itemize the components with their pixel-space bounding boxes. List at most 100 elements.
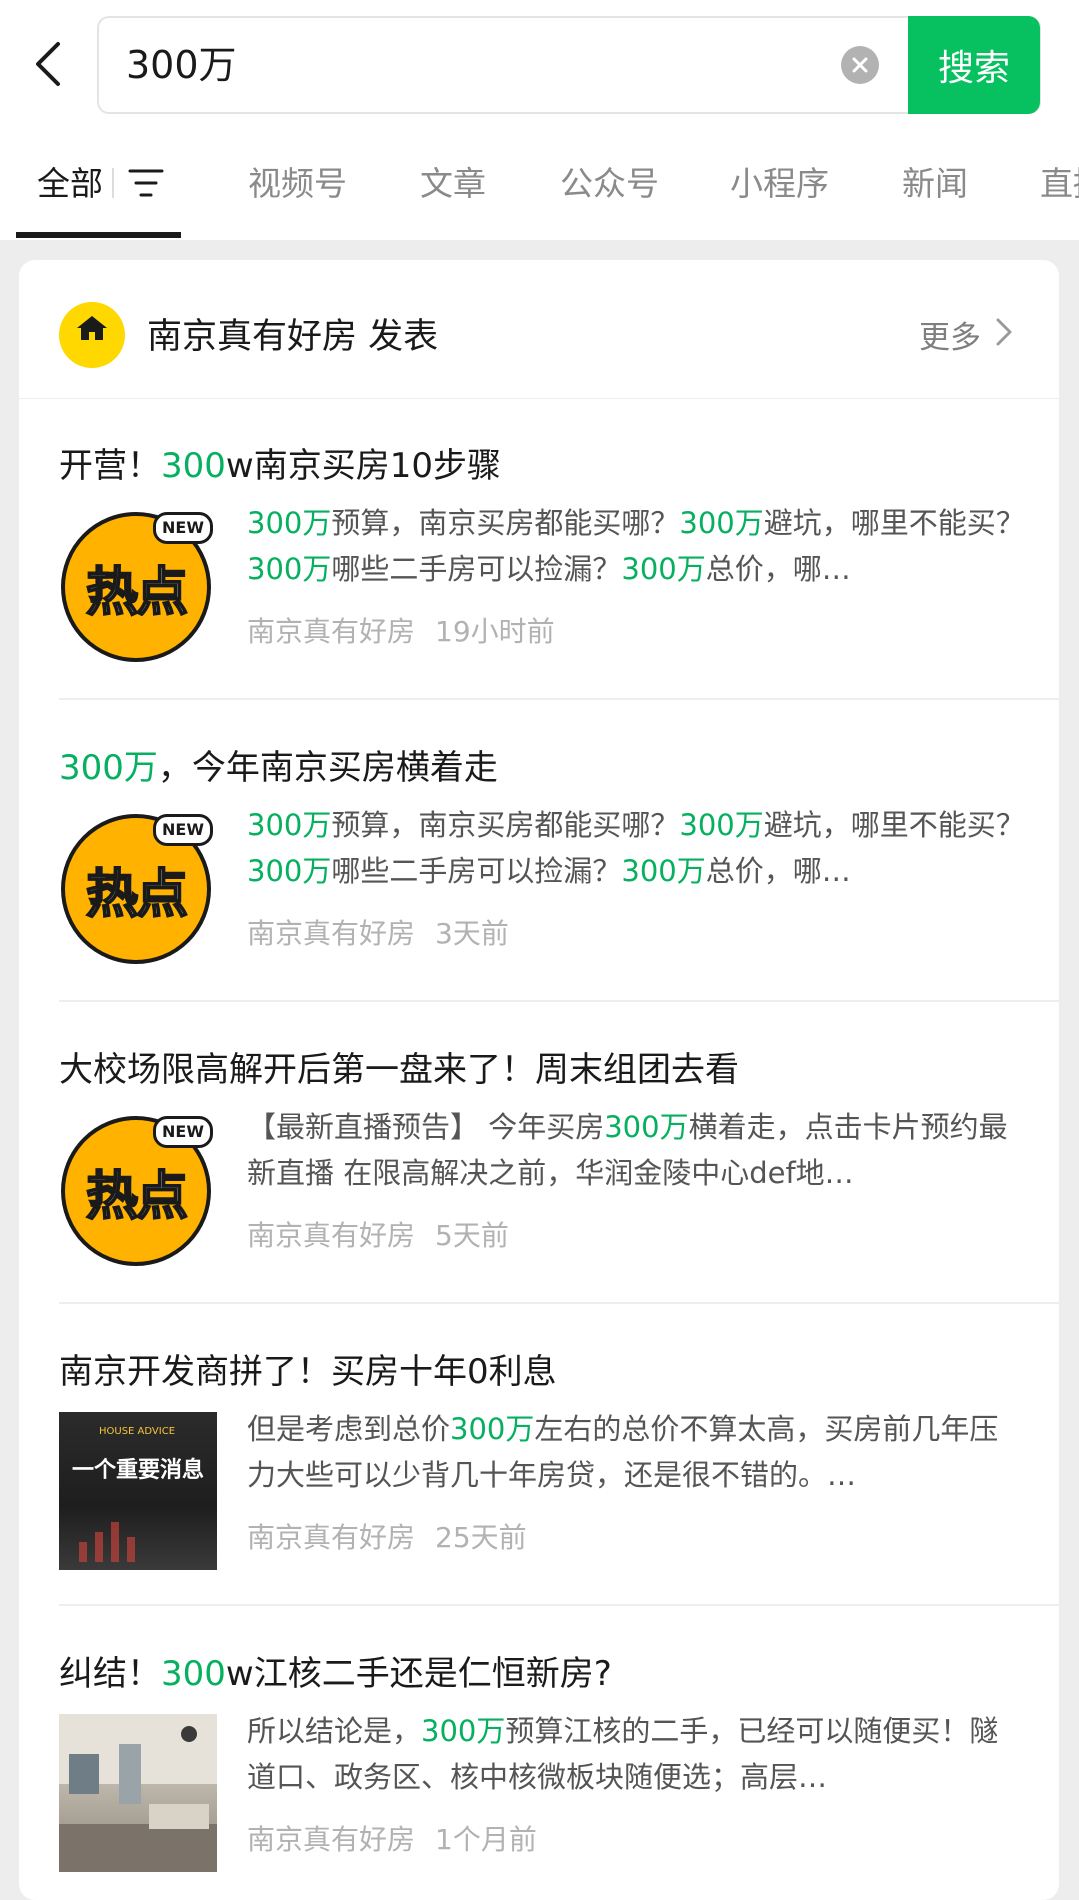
highlighted-keyword: 300万 xyxy=(679,506,764,540)
article-meta: 南京真有好房 3天前 xyxy=(247,912,509,952)
article-meta: 南京真有好房 19小时前 xyxy=(247,610,555,650)
back-button[interactable] xyxy=(28,30,68,98)
tab-news[interactable]: 新闻 xyxy=(902,128,968,240)
highlighted-keyword: 300万 xyxy=(679,808,764,842)
highlighted-keyword: 300万 xyxy=(247,808,332,842)
article-title[interactable]: 南京开发商拼了！买房十年0利息 xyxy=(59,1344,557,1393)
article-snippet: 但是考虑到总价300万左右的总价不算太高，买房前几年压力大些可以少背几十年房贷，… xyxy=(247,1406,1027,1498)
filter-icon[interactable] xyxy=(128,166,164,200)
article-thumbnail: HOUSE ADVICE 一个重要消息 xyxy=(59,1412,217,1570)
new-badge: NEW xyxy=(153,1116,213,1148)
hot-text: 热点 xyxy=(85,1165,189,1228)
new-badge: NEW xyxy=(153,814,213,846)
article-time: 25天前 xyxy=(435,1521,527,1554)
highlighted-keyword: 300 xyxy=(161,446,226,486)
hot-new-icon: 热点 NEW xyxy=(59,506,217,664)
article-title[interactable]: 300万，今年南京买房横着走 xyxy=(59,740,498,789)
title-text: w南京买房10步骤 xyxy=(225,446,501,486)
hot-new-icon: 热点 NEW xyxy=(59,1110,217,1268)
search-input[interactable]: 300万 xyxy=(97,16,1041,114)
account-header[interactable]: 南京真有好房 发表 更多 xyxy=(19,260,1059,399)
article-meta: 南京真有好房 5天前 xyxy=(247,1214,509,1254)
hot-new-icon: 热点 NEW xyxy=(59,808,217,966)
clear-icon xyxy=(852,57,868,73)
tab-channels[interactable]: 视频号 xyxy=(248,128,347,240)
article-source: 南京真有好房 xyxy=(247,1823,416,1856)
article-meta: 南京真有好房 1个月前 xyxy=(247,1818,537,1858)
back-arrow-icon xyxy=(36,42,60,86)
highlighted-keyword: 300万 xyxy=(621,552,706,586)
interior-photo xyxy=(59,1714,217,1872)
account-name: 南京真有好房 发表 xyxy=(147,317,439,357)
search-header: 300万 搜索 xyxy=(0,0,1079,128)
article-time: 3天前 xyxy=(435,917,509,950)
article-item[interactable]: 300万，今年南京买房横着走 热点 NEW 300万预算，南京买房都能买哪？300万避… xyxy=(59,700,1059,1000)
chevron-right-icon[interactable] xyxy=(994,316,1014,348)
article-snippet: 300万预算，南京买房都能买哪？300万避坑，哪里不能买？300万哪些二手房可以… xyxy=(247,802,1027,894)
title-text: 纠结！ xyxy=(59,1654,161,1694)
chart-graphic-icon xyxy=(79,1522,135,1562)
highlighted-keyword: 300万 xyxy=(450,1412,535,1446)
snippet-text: 但是考虑到总价 xyxy=(247,1412,451,1446)
title-text: 开营！ xyxy=(59,446,161,486)
article-item[interactable]: 南京开发商拼了！买房十年0利息 HOUSE ADVICE 一个重要消息 但是考虑到总价… xyxy=(59,1304,1059,1604)
article-source: 南京真有好房 xyxy=(247,615,416,648)
hot-text: 热点 xyxy=(85,863,189,926)
hot-badge: 热点 NEW xyxy=(59,1110,217,1268)
article-time: 5天前 xyxy=(435,1219,509,1252)
more-link[interactable]: 更多 xyxy=(919,312,981,357)
account-avatar xyxy=(59,302,125,368)
article-time: 19小时前 xyxy=(435,615,555,648)
snippet-text: 哪些二手房可以捡漏？ xyxy=(331,854,622,888)
article-item[interactable]: 纠结！300w江核二手还是仁恒新房? 所以结论是，300万预算江核的二手，已经可以… xyxy=(59,1606,1059,1900)
snippet-text: 预算，南京买房都能买哪？ xyxy=(331,808,680,842)
snippet-text: 总价，哪… xyxy=(705,552,851,586)
article-source: 南京真有好房 xyxy=(247,1521,416,1554)
article-snippet: 300万预算，南京买房都能买哪？300万避坑，哪里不能买？300万哪些二手房可以… xyxy=(247,500,1027,592)
snippet-text: 避坑，哪里不能买？ xyxy=(763,506,1025,540)
title-text: 大校场限高解开后第一盘来了！周末组团去看 xyxy=(59,1050,739,1090)
hot-text: 热点 xyxy=(85,561,189,624)
article-snippet: 所以结论是，300万预算江核的二手，已经可以随便买！隧道口、政务区、核中核微板块… xyxy=(247,1708,1027,1800)
article-item[interactable]: 大校场限高解开后第一盘来了！周末组团去看热点 NEW 【最新直播预告】 今年买房30… xyxy=(59,1002,1059,1302)
title-text: 南京开发商拼了！买房十年0利息 xyxy=(59,1352,557,1392)
tab-live[interactable]: 直播 xyxy=(1040,128,1079,240)
highlighted-keyword: 300万 xyxy=(59,748,158,788)
article-title[interactable]: 大校场限高解开后第一盘来了！周末组团去看 xyxy=(59,1042,739,1091)
tab-official-accounts[interactable]: 公众号 xyxy=(560,128,659,240)
snippet-text: 哪些二手房可以捡漏？ xyxy=(331,552,622,586)
search-tabs: 全部 视频号 文章 公众号 小程序 新闻 直播 xyxy=(0,128,1079,240)
tab-articles[interactable]: 文章 xyxy=(420,128,486,240)
tab-mini-programs[interactable]: 小程序 xyxy=(730,128,829,240)
clear-search-button[interactable] xyxy=(841,46,879,84)
article-item[interactable]: 开营！300w南京买房10步骤 热点 NEW 300万预算，南京买房都能买哪？300万… xyxy=(59,398,1059,698)
active-tab-indicator xyxy=(16,232,181,238)
article-meta: 南京真有好房 25天前 xyxy=(247,1516,527,1556)
article-title[interactable]: 开营！300w南京买房10步骤 xyxy=(59,438,501,487)
article-source: 南京真有好房 xyxy=(247,1219,416,1252)
search-query[interactable]: 300万 xyxy=(126,18,237,112)
search-button[interactable]: 搜索 xyxy=(908,16,1040,114)
article-snippet: 【最新直播预告】 今年买房300万横着走，点击卡片预约最新直播 在限高解决之前，… xyxy=(247,1104,1027,1196)
highlighted-keyword: 300万 xyxy=(421,1714,506,1748)
highlighted-keyword: 300万 xyxy=(247,552,332,586)
highlighted-keyword: 300 xyxy=(161,1654,226,1694)
tab-all[interactable]: 全部 xyxy=(37,128,103,240)
article-title[interactable]: 纠结！300w江核二手还是仁恒新房? xyxy=(59,1646,612,1695)
highlighted-keyword: 300万 xyxy=(247,506,332,540)
account-results-card: 南京真有好房 发表 更多 开营！300w南京买房10步骤 热点 NEW 300万预算，… xyxy=(19,260,1059,1900)
highlighted-keyword: 300万 xyxy=(621,854,706,888)
new-badge: NEW xyxy=(153,512,213,544)
snippet-text: 【最新直播预告】 今年买房 xyxy=(247,1110,605,1144)
article-time: 1个月前 xyxy=(435,1823,537,1856)
snippet-text: 总价，哪… xyxy=(705,854,851,888)
highlighted-keyword: 300万 xyxy=(247,854,332,888)
title-text: w江核二手还是仁恒新房? xyxy=(225,1654,612,1694)
house-logo-icon xyxy=(77,316,107,340)
highlighted-keyword: 300万 xyxy=(604,1110,689,1144)
snippet-text: 预算，南京买房都能买哪？ xyxy=(331,506,680,540)
article-source: 南京真有好房 xyxy=(247,917,416,950)
title-text: ，今年南京买房横着走 xyxy=(157,748,498,788)
article-thumbnail xyxy=(59,1714,217,1872)
hot-badge: 热点 NEW xyxy=(59,808,217,966)
